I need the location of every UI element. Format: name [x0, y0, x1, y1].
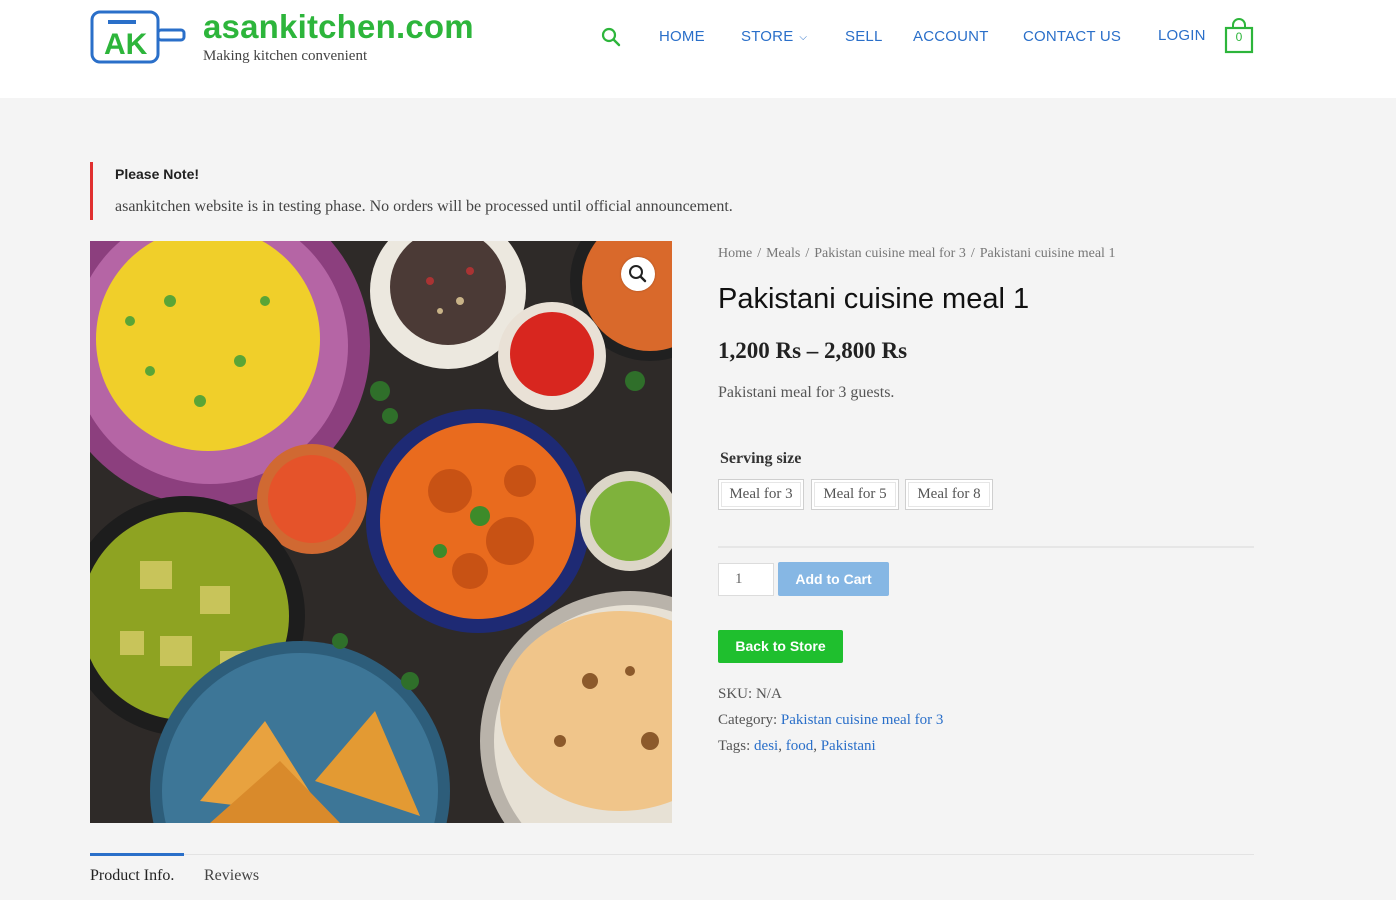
breadcrumb-separator: / [757, 246, 762, 261]
nav-sell[interactable]: SELL [845, 28, 883, 45]
quantity-input[interactable]: 1 [718, 563, 774, 596]
tabs-divider [90, 854, 1254, 855]
main-nav: HOME STORE ⌵ SELL ACCOUNT CONTACT US LOGI… [0, 26, 1396, 48]
serving-size-label: Serving size [720, 450, 802, 467]
category-link[interactable]: Pakistan cuisine meal for 3 [781, 712, 943, 728]
site-notice: Please Note! asankitchen website is in t… [90, 162, 830, 220]
notice-text: asankitchen website is in testing phase.… [115, 198, 733, 215]
chevron-down-icon: ⌵ [799, 32, 808, 43]
product-title: Pakistani cuisine meal 1 [718, 283, 1030, 315]
sku-value: N/A [755, 686, 782, 702]
tab-reviews[interactable]: Reviews [204, 867, 259, 885]
nav-contact-us[interactable]: CONTACT US [1023, 28, 1121, 45]
product-tags: Tags: desi, food, Pakistani [718, 738, 876, 755]
product-short-description: Pakistani meal for 3 guests. [718, 384, 895, 401]
notice-title: Please Note! [115, 166, 200, 182]
nav-store-label: STORE [741, 28, 794, 45]
tag-link-pakistani[interactable]: Pakistani [821, 738, 876, 754]
product-category: Category: Pakistan cuisine meal for 3 [718, 712, 943, 729]
nav-login[interactable]: LOGIN [1158, 27, 1206, 44]
magnify-icon [629, 265, 647, 283]
sku-label: SKU: [718, 686, 753, 702]
nav-home[interactable]: HOME [659, 28, 705, 45]
nav-store[interactable]: STORE ⌵ [741, 28, 807, 45]
add-to-cart-button[interactable]: Add to Cart [778, 562, 889, 596]
site-header: AK asankitchen.com Making kitchen conven… [0, 0, 1396, 98]
breadcrumb-separator: / [805, 246, 810, 261]
cart-count: 0 [1235, 30, 1243, 44]
tag-link-food[interactable]: food [786, 738, 814, 754]
product-image[interactable] [90, 241, 672, 823]
breadcrumb-meals[interactable]: Meals [766, 246, 800, 261]
search-icon[interactable] [600, 26, 622, 48]
tab-product-info[interactable]: Product Info. [90, 867, 174, 885]
breadcrumb-category[interactable]: Pakistan cuisine meal for 3 [814, 246, 966, 261]
breadcrumb-current: Pakistani cuisine meal 1 [979, 246, 1116, 261]
tag-separator: , [778, 738, 782, 754]
breadcrumb-home[interactable]: Home [718, 246, 752, 261]
swatch-meal-for-8[interactable]: Meal for 8 [905, 479, 993, 510]
product-price: 1,200 Rs – 2,800 Rs [718, 338, 908, 363]
tags-label: Tags: [718, 738, 751, 754]
site-tagline: Making kitchen convenient [203, 48, 368, 64]
tag-separator: , [813, 738, 817, 754]
swatch-meal-for-3[interactable]: Meal for 3 [718, 479, 804, 510]
swatch-meal-for-5[interactable]: Meal for 5 [811, 479, 899, 510]
active-tab-indicator [90, 853, 184, 856]
product-sku: SKU: N/A [718, 686, 782, 703]
nav-account[interactable]: ACCOUNT [913, 28, 989, 45]
zoom-button[interactable] [621, 257, 655, 291]
breadcrumb: Home / Meals / Pakistan cuisine meal for 3 / P… [718, 246, 1115, 262]
cart-button[interactable]: 0 [1224, 18, 1254, 54]
tag-link-desi[interactable]: desi [754, 738, 778, 754]
category-label: Category: [718, 712, 778, 728]
breadcrumb-separator: / [970, 246, 975, 261]
divider [718, 546, 1254, 548]
back-to-store-button[interactable]: Back to Store [718, 630, 843, 663]
